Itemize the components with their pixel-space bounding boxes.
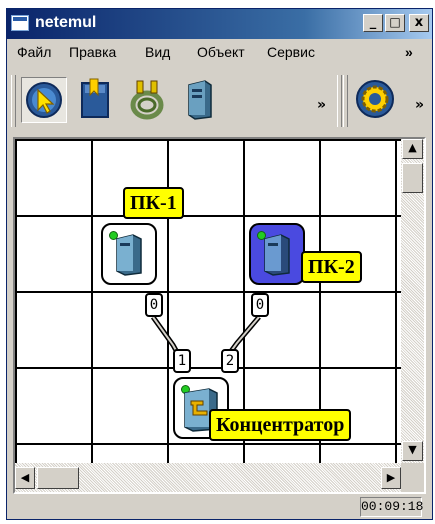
toolbar-grip[interactable] (11, 75, 16, 127)
port-label: 0 (145, 293, 163, 317)
toolbar-grip-3[interactable] (343, 75, 348, 127)
note-icon (81, 78, 109, 118)
menu-service[interactable]: Сервис (267, 44, 315, 60)
vertical-scroll-thumb[interactable] (402, 163, 423, 193)
toolbar-grip-2[interactable] (337, 75, 342, 127)
minimize-button[interactable]: _ (363, 14, 383, 32)
computer-tool-button[interactable] (177, 77, 223, 123)
title-bar[interactable]: netemul _ □ x (7, 9, 432, 39)
network-canvas[interactable]: ПК-1 0 ПК-2 0 1 2 Концентратор (15, 139, 401, 463)
network-canvas-frame: ПК-1 0 ПК-2 0 1 2 Концентратор ▲ ▼ ◀ ▶ (13, 137, 426, 494)
cursor-icon (26, 82, 62, 118)
select-tool-button[interactable] (21, 77, 67, 123)
menu-bar: Файл Правка Вид Объект Сервис » (7, 41, 432, 63)
note-tool-button[interactable] (73, 77, 119, 123)
scroll-up-button[interactable]: ▲ (402, 139, 423, 159)
device-pc-1[interactable] (101, 223, 157, 285)
status-bar: 00:09:18 (7, 497, 432, 519)
close-button[interactable]: x (409, 14, 429, 32)
device-label[interactable]: ПК-2 (301, 251, 362, 283)
menu-overflow-button[interactable]: » (405, 44, 413, 60)
horizontal-scroll-thumb[interactable] (37, 467, 79, 489)
device-label[interactable]: Концентратор (209, 409, 352, 441)
scroll-right-button[interactable]: ▶ (381, 467, 401, 489)
menu-object[interactable]: Объект (197, 44, 245, 60)
port-label: 1 (173, 349, 191, 373)
vertical-scrollbar[interactable]: ▲ ▼ (401, 139, 424, 463)
maximize-button[interactable]: □ (385, 14, 405, 32)
menu-edit[interactable]: Правка (69, 44, 116, 60)
window-title: netemul (35, 14, 97, 31)
scroll-left-button[interactable]: ◀ (15, 467, 35, 489)
elapsed-time: 00:09:18 (360, 497, 423, 517)
toolbar: » » (7, 67, 432, 135)
settings-tool-button[interactable] (353, 77, 399, 123)
app-window: netemul _ □ x Файл Правка Вид Объект Сер… (6, 8, 433, 520)
port-label: 2 (221, 349, 239, 373)
scroll-down-button[interactable]: ▼ (402, 441, 423, 461)
gear-icon (356, 80, 394, 118)
computer-icon (264, 234, 290, 276)
toolbar-overflow-button[interactable]: » (317, 97, 326, 113)
horizontal-scrollbar[interactable]: ◀ ▶ (15, 463, 401, 492)
computer-icon (116, 234, 142, 276)
computer-icon (188, 80, 212, 120)
cable-tool-button[interactable] (125, 77, 171, 123)
scrollbar-corner (401, 463, 424, 492)
device-pc-2[interactable] (249, 223, 305, 285)
app-icon (11, 15, 29, 31)
port-label: 0 (251, 293, 269, 317)
menu-view[interactable]: Вид (145, 44, 170, 60)
toolbar-overflow-button-2[interactable]: » (415, 97, 424, 113)
device-label[interactable]: ПК-1 (123, 187, 184, 219)
menu-file[interactable]: Файл (17, 44, 51, 60)
cable-icon (130, 80, 164, 120)
